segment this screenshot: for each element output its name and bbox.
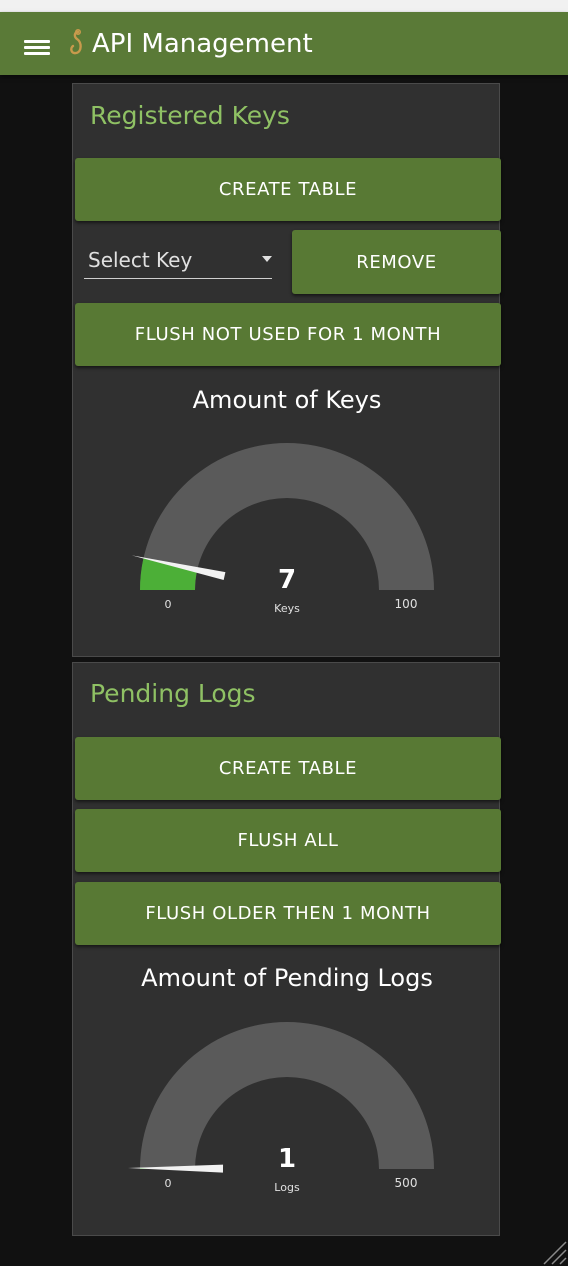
app-bar: API Management	[0, 12, 568, 75]
logs-gauge: 1 Logs 0 500	[128, 1022, 434, 1194]
hook-icon	[70, 28, 82, 55]
chevron-down-icon	[262, 256, 272, 262]
flush-all-logs-button[interactable]: FLUSH ALL	[75, 809, 501, 872]
gauge-min-label: 0	[165, 1177, 172, 1190]
keys-gauge: 7 Keys 0 100	[131, 443, 434, 615]
gauge-max-label: 100	[395, 597, 418, 611]
keys-gauge-title: Amount of Keys	[192, 386, 382, 414]
resize-handle-icon[interactable]	[540, 1238, 568, 1266]
gauge-value: 1	[278, 1144, 296, 1174]
card-title: Registered Keys	[90, 101, 290, 130]
gauge-unit: Logs	[274, 1181, 300, 1194]
pending-logs-card: Pending Logs CREATE TABLE FLUSH ALL FLUS…	[72, 662, 501, 1236]
key-select[interactable]: Select Key	[84, 244, 272, 279]
create-logs-table-button[interactable]: CREATE TABLE	[75, 737, 501, 800]
logs-gauge-title: Amount of Pending Logs	[141, 964, 433, 992]
gauge-max-label: 500	[395, 1176, 418, 1190]
flush-unused-keys-button[interactable]: FLUSH NOT USED FOR 1 MONTH	[75, 303, 501, 366]
flush-old-logs-button[interactable]: FLUSH OLDER THEN 1 MONTH	[75, 882, 501, 945]
registered-keys-card: Registered Keys CREATE TABLE Select Key …	[72, 83, 501, 657]
app-title: API Management	[92, 29, 313, 59]
card-title: Pending Logs	[90, 679, 256, 708]
gauge-unit: Keys	[274, 602, 300, 615]
key-select-placeholder: Select Key	[88, 248, 193, 272]
remove-key-button[interactable]: REMOVE	[292, 230, 501, 294]
gauge-min-label: 0	[165, 598, 172, 611]
gauge-value: 7	[278, 565, 296, 595]
create-keys-table-button[interactable]: CREATE TABLE	[75, 158, 501, 221]
hamburger-menu-icon[interactable]	[24, 38, 50, 58]
